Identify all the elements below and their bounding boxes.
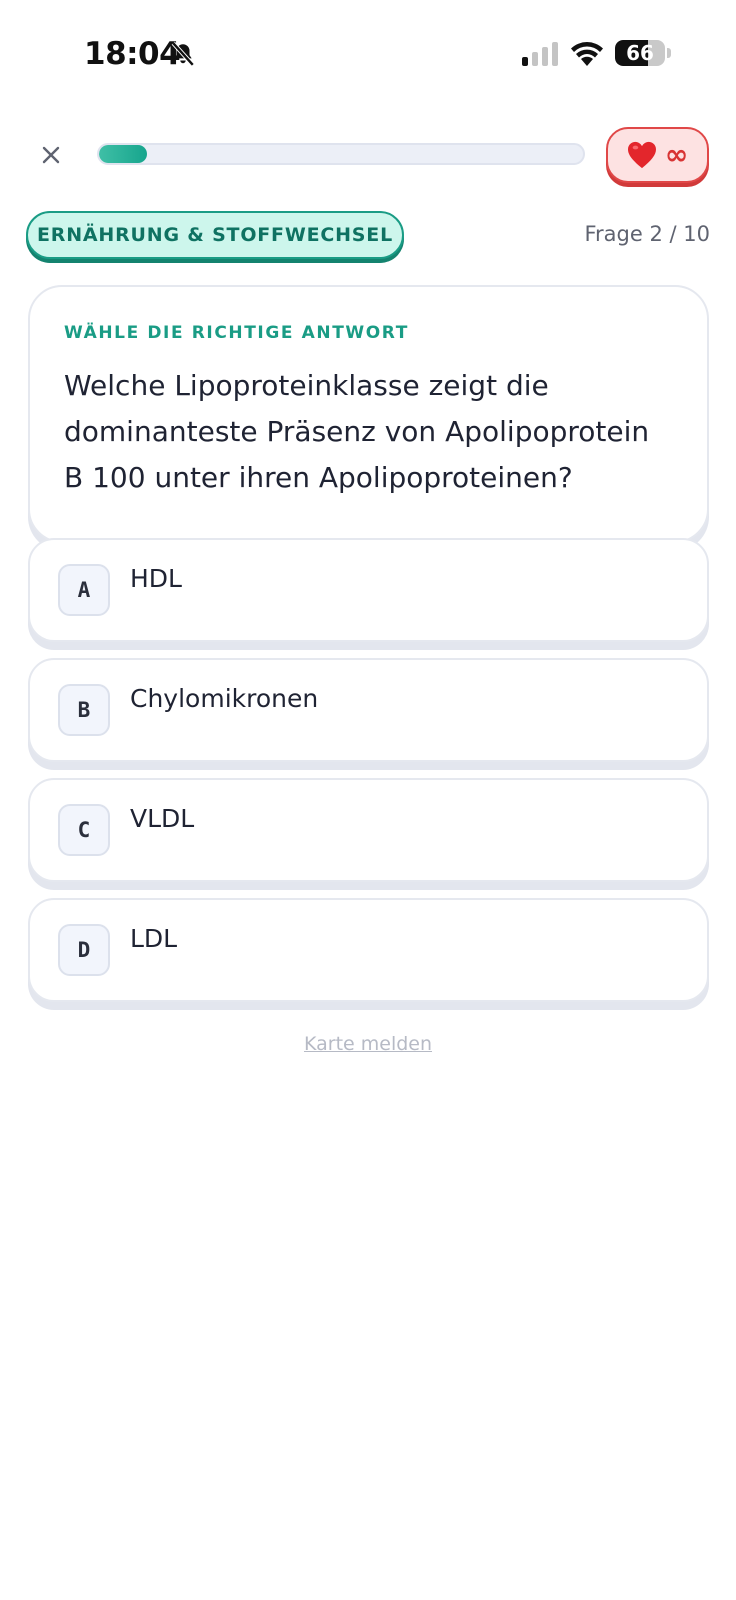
lives-button[interactable]: ∞ xyxy=(606,127,709,183)
answer-text: HDL xyxy=(130,564,182,593)
category-badge: ERNÄHRUNG & STOFFWECHSEL xyxy=(26,211,404,259)
wifi-icon xyxy=(571,42,603,66)
answer-letter: D xyxy=(58,924,110,976)
battery-icon: 66 xyxy=(615,40,665,66)
signal-icon xyxy=(522,42,558,66)
heart-icon xyxy=(627,141,656,169)
answer-option-d[interactable]: D LDL xyxy=(28,898,709,1002)
answer-option-a[interactable]: A HDL xyxy=(28,538,709,642)
question-card: WÄHLE DIE RICHTIGE ANTWORT Welche Lipopr… xyxy=(28,285,709,543)
answer-text: Chylomikronen xyxy=(130,684,319,713)
question-counter: Frage 2 / 10 xyxy=(584,222,711,246)
battery-tip xyxy=(667,48,671,58)
answer-option-c[interactable]: C VLDL xyxy=(28,778,709,882)
answer-letter: A xyxy=(58,564,110,616)
close-icon xyxy=(42,146,60,164)
battery-level: 66 xyxy=(626,41,654,65)
progress-fill xyxy=(99,145,148,163)
bell-slash-icon xyxy=(171,41,195,67)
answer-letter: C xyxy=(58,804,110,856)
status-time: 18:04 xyxy=(84,36,181,72)
question-text: Welche Lipoproteinklasse zeigt die domin… xyxy=(64,369,650,494)
quiz-screen: 18:04 66 ∞ ERNÄHRUNG & STOFFWECHSEL Frag… xyxy=(0,0,736,1600)
report-card-link[interactable]: Karte melden xyxy=(0,1033,736,1055)
progress-bar xyxy=(97,143,585,165)
status-bar: 18:04 66 xyxy=(0,0,736,100)
lives-count: ∞ xyxy=(664,138,689,171)
answer-option-b[interactable]: B Chylomikronen xyxy=(28,658,709,762)
question-instruction: WÄHLE DIE RICHTIGE ANTWORT xyxy=(64,323,409,343)
answer-letter: B xyxy=(58,684,110,736)
answer-text: LDL xyxy=(130,924,178,953)
answer-text: VLDL xyxy=(130,804,195,833)
close-button[interactable] xyxy=(36,140,66,170)
